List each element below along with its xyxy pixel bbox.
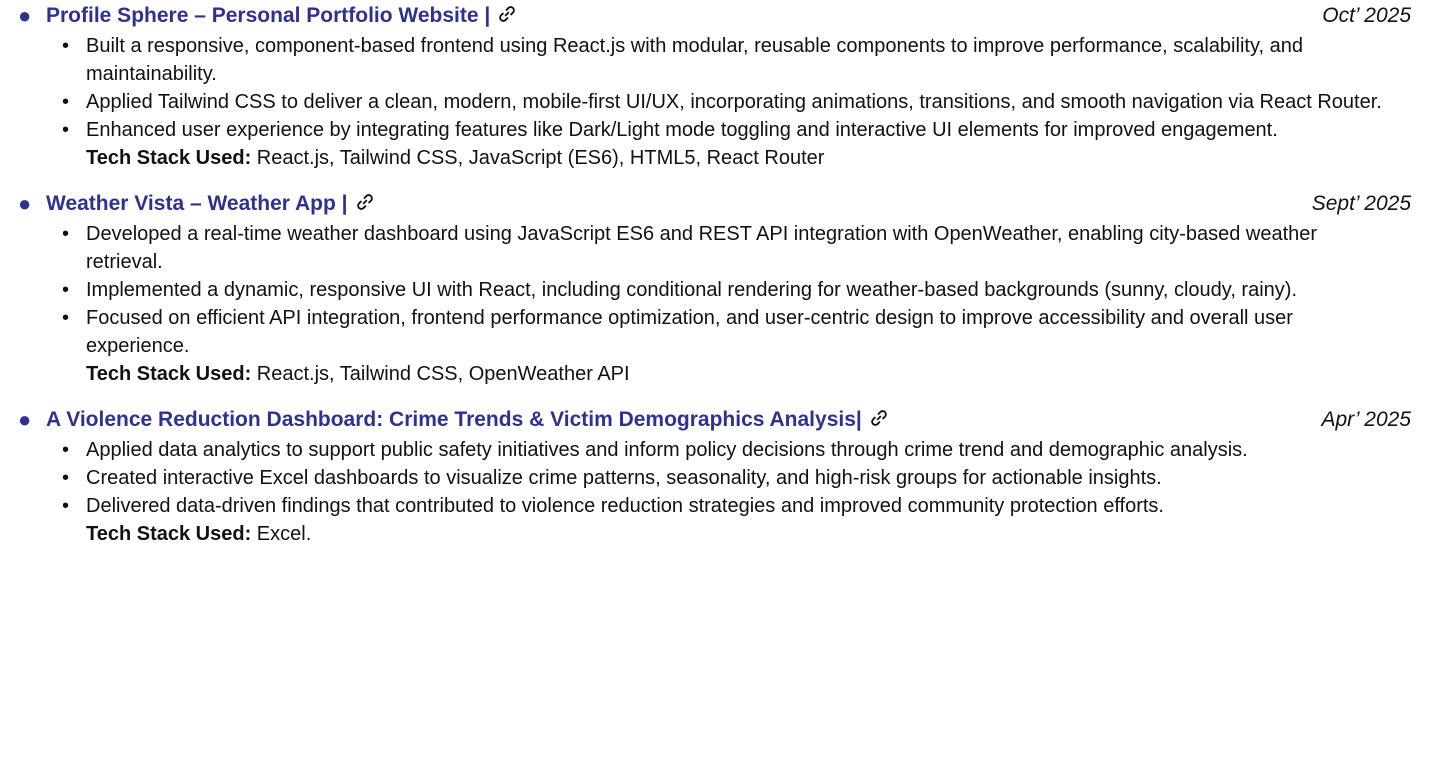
list-item: • Created interactive Excel dashboards to… (12, 464, 1417, 492)
list-item: • Enhanced user experience by integrating… (12, 116, 1417, 144)
project-date: Oct’ 2025 (1322, 4, 1411, 27)
tech-stack-value: React.js, Tailwind CSS, OpenWeather API (251, 363, 630, 385)
list-item: • Built a responsive, component-based fro… (12, 32, 1417, 88)
tech-stack-label: Tech Stack Used: (86, 363, 252, 385)
bullet-dot: • (62, 307, 70, 329)
bullet-dot: • (62, 439, 70, 461)
tech-stack-value: React.js, Tailwind CSS, JavaScript (ES6)… (251, 147, 825, 169)
list-item: • Applied Tailwind CSS to deliver a clean… (12, 88, 1417, 116)
tech-stack-line: Tech Stack Used: React.js, Tailwind CSS,… (12, 360, 1417, 388)
project-title: Profile Sphere – Personal Portfolio Webs… (46, 0, 518, 32)
bullet-dot: • (62, 35, 70, 57)
project-weather-vista: ● Weather Vista – Weather App | Sept’ 20… (12, 188, 1417, 388)
resume-projects-section: ● Profile Sphere – Personal Portfolio We… (0, 0, 1435, 783)
project-bullet-list: • Developed a real-time weather dashboard… (12, 220, 1417, 360)
link-icon[interactable] (496, 3, 518, 25)
tech-stack-value: Excel. (251, 523, 312, 545)
project-bullet: ● (18, 3, 32, 28)
link-icon[interactable] (868, 407, 890, 429)
list-item: • Applied data analytics to support publi… (12, 436, 1417, 464)
bullet-dot: • (62, 495, 70, 517)
project-date: Sept’ 2025 (1311, 192, 1411, 215)
project-date: Apr’ 2025 (1321, 408, 1411, 431)
tech-stack-line: Tech Stack Used: React.js, Tailwind CSS,… (12, 144, 1417, 172)
project-header: ● Profile Sphere – Personal Portfolio We… (12, 0, 1417, 32)
bullet-dot: • (62, 467, 70, 489)
bullet-dot: • (62, 279, 70, 301)
link-icon[interactable] (354, 191, 376, 213)
tech-stack-label: Tech Stack Used: (86, 147, 252, 169)
list-item: • Delivered data-driven findings that con… (12, 492, 1417, 520)
bullet-dot: • (62, 91, 70, 113)
tech-stack-label: Tech Stack Used: (86, 523, 252, 545)
project-header: ● Weather Vista – Weather App | Sept’ 20… (12, 188, 1417, 220)
project-title: A Violence Reduction Dashboard: Crime Tr… (46, 404, 890, 436)
project-header: ● A Violence Reduction Dashboard: Crime … (12, 404, 1417, 436)
project-bullet-list: • Built a responsive, component-based fro… (12, 32, 1417, 144)
list-item: • Implemented a dynamic, responsive UI wi… (12, 276, 1417, 304)
project-bullet: ● (18, 407, 32, 432)
project-title: Weather Vista – Weather App | (46, 188, 376, 220)
list-item: • Focused on efficient API integration, f… (12, 304, 1417, 360)
project-violence-reduction-dashboard: ● A Violence Reduction Dashboard: Crime … (12, 404, 1417, 548)
project-bullet-list: • Applied data analytics to support publi… (12, 436, 1417, 520)
list-item: • Developed a real-time weather dashboard… (12, 220, 1417, 276)
bullet-dot: • (62, 223, 70, 245)
project-bullet: ● (18, 191, 32, 216)
tech-stack-line: Tech Stack Used: Excel. (12, 520, 1417, 548)
project-profile-sphere: ● Profile Sphere – Personal Portfolio We… (12, 0, 1417, 172)
bullet-dot: • (62, 119, 70, 141)
